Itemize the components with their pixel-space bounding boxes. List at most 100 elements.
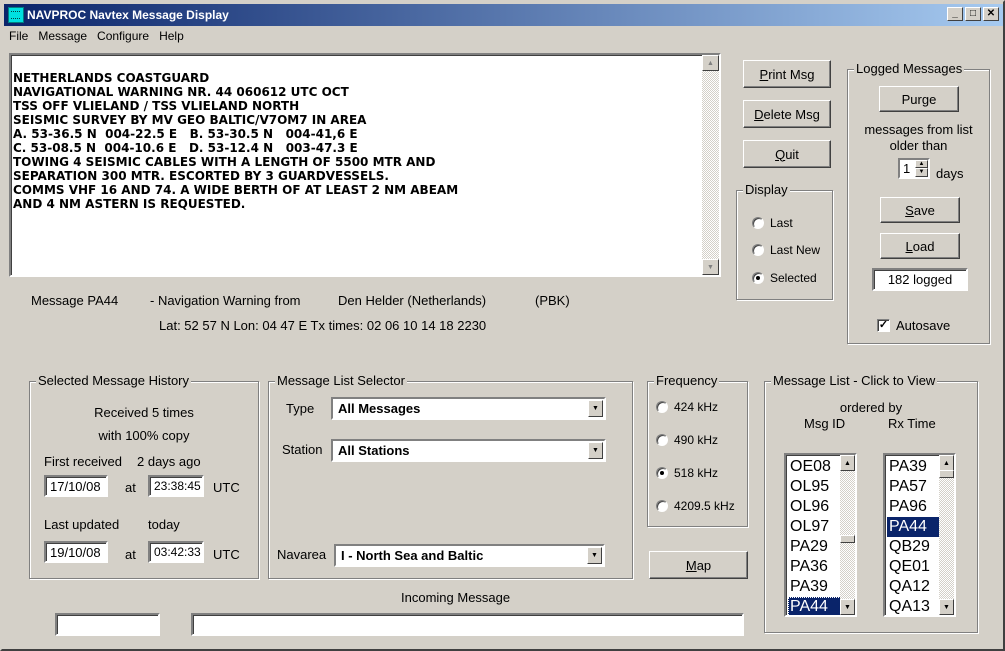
first-utc-label: UTC [213, 480, 240, 495]
rx-time-scrollbar[interactable]: ▲ ▼ [939, 455, 954, 615]
freq-424-radio[interactable]: 424 kHz [656, 400, 718, 414]
logged-messages-label: Logged Messages [854, 61, 965, 76]
ordered-by-label: ordered by [839, 400, 903, 415]
last-updated-ago: today [148, 517, 180, 532]
list-item[interactable]: PA44 [887, 517, 942, 537]
incoming-small-field [55, 613, 160, 636]
spin-down-icon[interactable]: ▼ [915, 168, 928, 177]
scroll-down-icon[interactable]: ▼ [840, 599, 855, 615]
msg-id-listbox[interactable]: OE08 OL95 OL96 OL97 PA29 PA36 PA39 PA44 ▲ ▼ [784, 453, 857, 617]
menu-file[interactable]: File [4, 29, 33, 43]
menu-message[interactable]: Message [33, 29, 92, 43]
received-count: Received 5 times [94, 405, 194, 420]
purge-desc-line2: older than [889, 138, 948, 153]
scroll-up-icon[interactable]: ▲ [702, 55, 719, 71]
list-item[interactable]: PA44 [788, 597, 843, 615]
rx-time-listbox[interactable]: PA39 PA57 PA96 PA44 QB29 QE01 QA12 QA13 ▲ ▼ [883, 453, 956, 617]
chevron-down-icon[interactable]: ▼ [588, 442, 603, 459]
list-item[interactable]: QA13 [887, 597, 942, 615]
list-item[interactable]: PA57 [887, 477, 942, 497]
first-received-date: 17/10/08 [44, 475, 108, 497]
list-item[interactable]: PA96 [887, 497, 942, 517]
app-icon [8, 7, 24, 23]
message-text-area[interactable]: NETHERLANDS COASTGUARD NAVIGATIONAL WARN… [9, 53, 721, 277]
msg-id-scrollbar[interactable]: ▲ ▼ [840, 455, 855, 615]
logged-count: 182 logged [872, 268, 968, 291]
first-received-ago: 2 days ago [137, 454, 201, 469]
display-group-label: Display [743, 182, 790, 197]
title-bar[interactable]: NAVPROC Navtex Message Display _ □ ✕ [4, 4, 1003, 26]
freq-4209-radio[interactable]: 4209.5 kHz [656, 499, 735, 513]
close-button[interactable]: ✕ [983, 7, 999, 21]
station-name: Den Helder (Netherlands) [338, 293, 487, 308]
history-group-label: Selected Message History [36, 373, 192, 388]
main-window: NAVPROC Navtex Message Display _ □ ✕ Fil… [0, 0, 1005, 651]
list-item[interactable]: PA29 [788, 537, 843, 557]
minimize-button[interactable]: _ [947, 7, 963, 21]
message-type-from: - Navigation Warning from [150, 293, 301, 308]
scroll-up-icon[interactable]: ▲ [939, 455, 954, 471]
list-item[interactable]: OL95 [788, 477, 843, 497]
type-dropdown[interactable]: All Messages ▼ [331, 397, 606, 420]
navarea-dropdown[interactable]: I - North Sea and Baltic ▼ [334, 544, 605, 567]
list-item[interactable]: PA36 [788, 557, 843, 577]
purge-button[interactable]: Purge [879, 86, 959, 112]
display-last-new-radio[interactable]: Last New [752, 243, 820, 257]
list-item[interactable]: OL96 [788, 497, 843, 517]
display-selected-radio[interactable]: Selected [752, 271, 817, 285]
last-updated-label: Last updated [44, 517, 120, 532]
scroll-down-icon[interactable]: ▼ [939, 599, 954, 615]
scroll-down-icon[interactable]: ▼ [702, 259, 719, 275]
last-utc-label: UTC [213, 547, 240, 562]
station-dropdown[interactable]: All Stations ▼ [331, 439, 606, 462]
frequency-group: Frequency 424 kHz 490 kHz 518 kHz 4209.5… [647, 373, 748, 527]
list-item[interactable]: PA39 [887, 457, 942, 477]
list-item[interactable]: QA12 [887, 577, 942, 597]
spin-up-icon[interactable]: ▲ [915, 160, 928, 168]
incoming-message-label: Incoming Message [401, 590, 511, 605]
navarea-label: Navarea [277, 547, 327, 562]
history-group: Selected Message History Received 5 time… [29, 373, 259, 579]
list-item[interactable]: QE01 [887, 557, 942, 577]
display-last-radio[interactable]: Last [752, 216, 793, 230]
scroll-thumb[interactable] [939, 470, 954, 478]
window-title: NAVPROC Navtex Message Display [27, 8, 229, 22]
scroll-thumb[interactable] [840, 535, 855, 543]
checkmark-icon: ✓ [877, 319, 890, 332]
first-received-time: 23:38:45 [148, 475, 204, 497]
rx-time-column-label: Rx Time [888, 416, 936, 431]
list-item[interactable]: OE08 [788, 457, 843, 477]
first-received-label: First received [44, 454, 123, 469]
msg-id-column-label: Msg ID [804, 416, 846, 431]
chevron-down-icon[interactable]: ▼ [587, 547, 602, 564]
list-item[interactable]: PA39 [788, 577, 843, 597]
menu-configure[interactable]: Configure [92, 29, 154, 43]
list-item[interactable]: QB29 [887, 537, 942, 557]
logged-messages-group: Logged Messages Purge messages from list… [847, 61, 990, 344]
maximize-button[interactable]: □ [965, 7, 981, 21]
print-msg-button[interactable]: Print Msg [743, 60, 831, 88]
autosave-checkbox[interactable]: ✓ Autosave [877, 318, 950, 333]
freq-518-radio[interactable]: 518 kHz [656, 466, 718, 480]
position-tx-times: Lat: 52 57 N Lon: 04 47 E Tx times: 02 0… [159, 318, 487, 333]
purge-days-spinner[interactable]: 1 ▲ ▼ [898, 158, 930, 179]
first-at-label: at [125, 480, 136, 495]
list-item[interactable]: OL97 [788, 517, 843, 537]
message-scrollbar[interactable]: ▲ ▼ [702, 55, 719, 275]
scroll-up-icon[interactable]: ▲ [840, 455, 855, 471]
menu-help[interactable]: Help [154, 29, 189, 43]
message-text: NETHERLANDS COASTGUARD NAVIGATIONAL WARN… [13, 71, 459, 211]
load-button[interactable]: Load [880, 233, 960, 259]
delete-msg-button[interactable]: Delete Msg [743, 100, 831, 128]
incoming-message-field [191, 613, 744, 636]
chevron-down-icon[interactable]: ▼ [588, 400, 603, 417]
freq-490-radio[interactable]: 490 kHz [656, 433, 718, 447]
map-button[interactable]: Map [649, 551, 748, 579]
message-list-selector-group: Message List Selector Type All Messages ▼… [268, 373, 633, 579]
menu-bar: File Message Configure Help [4, 26, 189, 45]
last-updated-time: 03:42:33 [148, 541, 204, 563]
save-button[interactable]: Save [880, 197, 960, 223]
quit-button[interactable]: Quit [743, 140, 831, 168]
station-code: (PBK) [535, 293, 570, 308]
message-list-group: Message List - Click to View ordered by … [764, 373, 978, 633]
